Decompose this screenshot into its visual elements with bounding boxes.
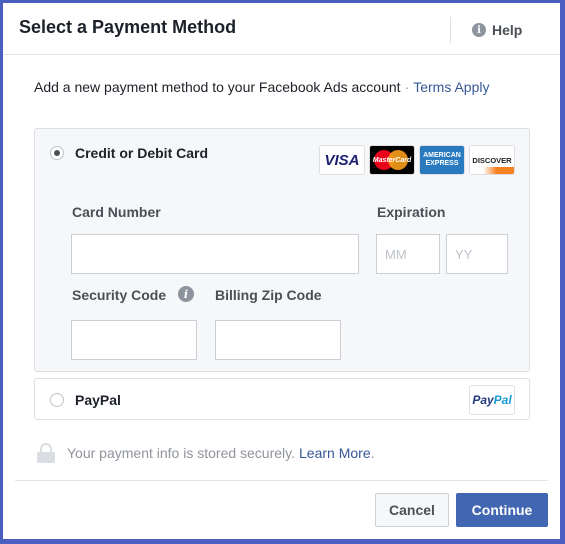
dialog-title: Select a Payment Method bbox=[19, 17, 237, 37]
visa-text: VISA bbox=[324, 151, 360, 169]
lock-body bbox=[37, 452, 55, 463]
mastercard-logo: MasterCard bbox=[369, 145, 415, 175]
paypal-logo-pay: Pay bbox=[472, 393, 494, 407]
help-button[interactable]: i Help bbox=[472, 21, 522, 39]
amex-line2: EXPRESS bbox=[425, 160, 459, 167]
billing-zip-input[interactable] bbox=[215, 320, 341, 360]
info-circle-icon: i bbox=[472, 23, 486, 37]
card-option-label[interactable]: Credit or Debit Card bbox=[75, 145, 208, 161]
paypal-option-radio[interactable] bbox=[50, 393, 64, 407]
discover-text: DISCOVER bbox=[472, 155, 512, 165]
secure-text: Your payment info is stored securely. bbox=[67, 445, 296, 461]
paypal-option-panel[interactable]: PayPal Pay Pal bbox=[34, 378, 530, 420]
learn-more-link[interactable]: Learn More bbox=[299, 445, 371, 461]
footer-divider bbox=[15, 480, 548, 481]
card-number-label: Card Number bbox=[72, 204, 161, 220]
discover-stripe bbox=[470, 167, 514, 174]
expiration-label: Expiration bbox=[377, 204, 446, 220]
paypal-option-label[interactable]: PayPal bbox=[75, 392, 121, 408]
intro-text: Add a new payment method to your Faceboo… bbox=[34, 79, 489, 95]
card-number-input[interactable] bbox=[71, 234, 359, 274]
paypal-logo: Pay Pal bbox=[469, 385, 515, 415]
discover-logo: DISCOVER bbox=[469, 145, 515, 175]
terms-apply-link[interactable]: Terms Apply bbox=[413, 79, 489, 95]
header-divider bbox=[450, 17, 451, 43]
intro-separator: · bbox=[404, 79, 410, 95]
paypal-logo-pal: Pal bbox=[493, 393, 512, 407]
expiration-month-input[interactable] bbox=[376, 234, 440, 274]
help-label: Help bbox=[492, 22, 523, 38]
lock-icon bbox=[37, 443, 55, 463]
amex-line1: AMERICAN bbox=[423, 152, 461, 159]
mastercard-text: MasterCard bbox=[372, 156, 412, 164]
intro-description: Add a new payment method to your Faceboo… bbox=[34, 79, 401, 95]
info-circle-icon[interactable]: i bbox=[178, 286, 194, 302]
secure-notice: Your payment info is stored securely. Le… bbox=[37, 443, 375, 463]
visa-logo: VISA bbox=[319, 145, 365, 175]
cancel-button[interactable]: Cancel bbox=[375, 493, 449, 527]
security-code-input[interactable] bbox=[71, 320, 197, 360]
billing-zip-label: Billing Zip Code bbox=[215, 287, 322, 303]
payment-method-dialog: Select a Payment Method i Help Add a new… bbox=[3, 3, 560, 539]
security-code-label: Security Code bbox=[72, 287, 167, 303]
amex-logo: AMERICAN EXPRESS bbox=[419, 145, 465, 175]
card-option-radio[interactable] bbox=[50, 146, 64, 160]
card-option-panel: Credit or Debit Card VISA MasterCard AME… bbox=[34, 128, 530, 372]
expiration-year-input[interactable] bbox=[446, 234, 508, 274]
secure-trailing: . bbox=[370, 445, 375, 461]
dialog-header: Select a Payment Method i Help bbox=[3, 3, 560, 55]
card-logos: VISA MasterCard AMERICAN EXPRESS DISCOVE… bbox=[319, 145, 515, 175]
continue-button[interactable]: Continue bbox=[456, 493, 548, 527]
